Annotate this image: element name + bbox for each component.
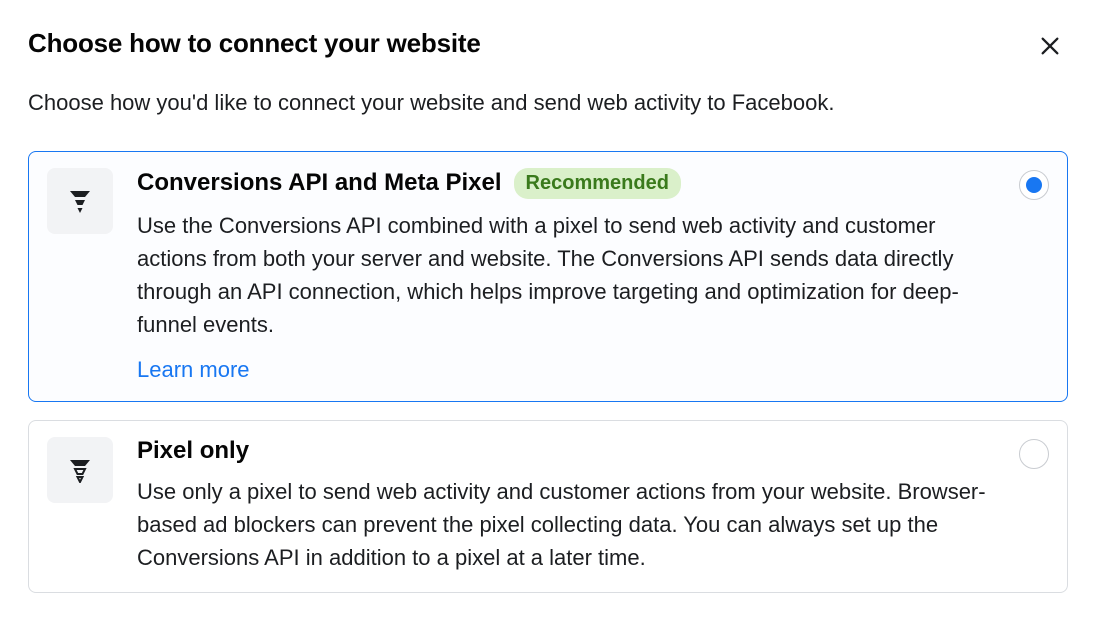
dialog-header: Choose how to connect your website [28,28,1068,64]
option-title: Conversions API and Meta Pixel [137,169,502,197]
learn-more-link[interactable]: Learn more [137,357,250,383]
option-title-row: Conversions API and Meta Pixel Recommend… [137,168,999,199]
option-title-row: Pixel only [137,437,999,465]
option-description: Use only a pixel to send web activity an… [137,475,999,574]
option-description: Use the Conversions API combined with a … [137,209,999,341]
dialog-title: Choose how to connect your website [28,28,481,59]
option-icon-box [47,437,113,503]
radio-button[interactable] [1019,170,1049,200]
close-icon [1039,35,1061,57]
radio-button[interactable] [1019,439,1049,469]
option-content: Pixel only Use only a pixel to send web … [137,437,1049,574]
option-title: Pixel only [137,437,249,465]
radio-inner [1026,177,1042,193]
option-pixel-only[interactable]: Pixel only Use only a pixel to send web … [28,420,1068,593]
dialog-subtitle: Choose how you'd like to connect your we… [28,88,1068,119]
funnel-icon [67,457,93,483]
close-button[interactable] [1032,28,1068,64]
option-icon-box [47,168,113,234]
funnel-icon [67,188,93,214]
option-content: Conversions API and Meta Pixel Recommend… [137,168,1049,383]
option-conversions-api-pixel[interactable]: Conversions API and Meta Pixel Recommend… [28,151,1068,402]
recommended-badge: Recommended [514,168,681,199]
